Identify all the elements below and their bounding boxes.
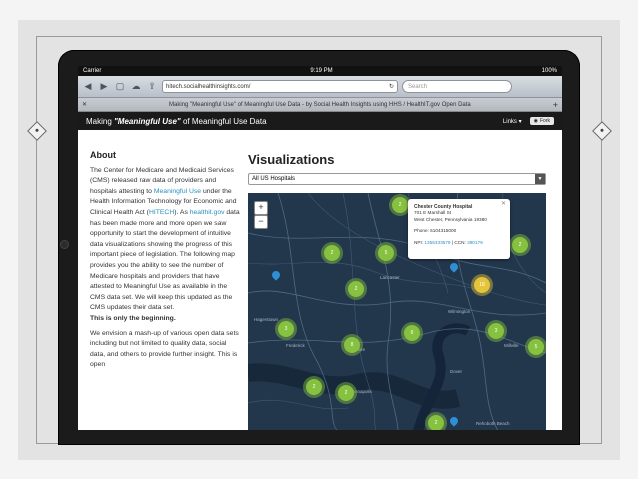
page-content: About The Center for Medicare and Medica… [78,130,562,430]
about-text-4: data has been made more and more open we… [90,208,240,312]
map-cluster[interactable]: 2 [428,415,444,430]
back-icon[interactable]: ◀ [82,81,94,93]
dataset-select[interactable]: All US Hospitals ▼ [248,173,546,185]
close-tab-icon[interactable]: ✕ [82,101,87,108]
github-icon: ◉ [533,118,538,124]
hitech-link[interactable]: HITECH [149,209,174,216]
about-text-3: ). As [174,208,190,216]
about-tagline: This is only the beginning. [90,314,176,322]
popup-npi-link[interactable]: 1356333579 [424,240,450,245]
bookmarks-icon[interactable]: ▢ [114,81,126,93]
forward-icon[interactable]: ▶ [98,81,110,93]
search-input[interactable]: Search [402,80,512,93]
map-cluster[interactable]: 3 [278,321,294,337]
share-icon[interactable]: ⇪ [146,81,158,93]
popup-close-icon[interactable]: ✕ [501,201,506,207]
caret-down-icon: ▾ [518,118,522,125]
map-cluster[interactable]: 6 [404,325,420,341]
tab-title[interactable]: Making "Meaningful Use" of Meaningful Us… [169,102,471,108]
links-menu[interactable]: Links ▾ [503,118,522,125]
healthit-link[interactable]: healthit.gov [190,209,225,216]
clock: 9:19 PM [310,68,333,74]
map-cluster[interactable]: 5 [528,339,544,355]
frame-line-right-top [601,36,602,126]
map-label-frederick: Frederick [286,343,305,348]
map-cluster[interactable]: 2 [392,197,408,213]
map-label-hagerstown: Hagerstown [254,317,279,322]
frame-line-left-bottom [36,135,37,443]
map-label-annapolis: Annapolis [352,389,372,394]
visualizations-section: Visualizations All US Hospitals ▼ + − La… [248,152,548,430]
new-tab-icon[interactable]: + [553,100,558,110]
status-bar: Carrier 9:19 PM 100% [78,66,562,76]
visualizations-heading: Visualizations [248,152,335,167]
cloud-icon[interactable]: ☁ [130,81,142,93]
map-label-dover: Dover [450,369,463,374]
popup-ccn-label: | CCN: [450,239,468,245]
site-title-prefix: Making [86,116,115,126]
map-cluster-large[interactable]: 18 [474,277,490,293]
hospital-popup: ✕ Chester County Hospital 701 E Marshall… [408,199,510,259]
map-label-rehoboth: Rehoboth Beach [476,421,510,426]
reload-icon[interactable]: ↻ [389,83,394,90]
fork-button[interactable]: ◉ Fork [529,117,554,125]
map-cluster[interactable]: 8 [344,337,360,353]
about-section: About The Center for Medicare and Medica… [90,150,240,375]
battery-label: 100% [541,68,557,74]
popup-ids: NPI: 1356333579 | CCN: 390179 [414,240,504,246]
zoom-in-button[interactable]: + [254,201,268,215]
frame-line-left-top [36,36,37,126]
map-cluster[interactable]: 3 [488,323,504,339]
links-label: Links [502,118,517,125]
ipad-camera-icon [60,240,69,249]
map-label-lancaster: Lancaster [380,275,400,280]
fork-label: Fork [540,118,550,124]
site-title-em: "Meaningful Use" [114,116,181,126]
popup-npi-label: NPI: [414,239,425,245]
ipad-screen: Carrier 9:19 PM 100% ◀ ▶ ▢ ☁ ⇪ hitech.so… [78,66,562,430]
site-navbar: Making "Meaningful Use" of Meaningful Us… [78,112,562,130]
frame-line-right-bottom [601,135,602,443]
about-paragraph-2: We envision a mash-up of various open da… [90,329,239,369]
select-caret-icon: ▼ [535,174,545,184]
meaningful-use-link[interactable]: Meaningful Use [154,188,201,195]
map-label-millville: Millville [504,343,519,348]
hospital-map[interactable]: + − Lancaster Hagerstown Frederick Balti… [248,193,546,430]
frame-line-top [36,36,602,37]
map-cluster[interactable]: 2 [324,245,340,261]
map-cluster[interactable]: 5 [378,245,394,261]
map-label-wilmington: Wilmington [448,309,471,314]
map-cluster[interactable]: 2 [306,379,322,395]
url-text: hitech.socialhealthinsights.com/ [166,83,251,90]
popup-ccn-link[interactable]: 390179 [467,240,483,245]
carrier-label: Carrier [83,68,102,74]
site-title-suffix: of Meaningful Use Data [180,116,267,126]
dataset-select-value: All US Hospitals [252,176,296,182]
map-cluster[interactable]: 2 [338,385,354,401]
site-title[interactable]: Making "Meaningful Use" of Meaningful Us… [86,117,267,126]
zoom-out-button[interactable]: − [254,215,268,229]
map-cluster[interactable]: 2 [348,281,364,297]
map-cluster[interactable]: 2 [512,237,528,253]
browser-toolbar: ◀ ▶ ▢ ☁ ⇪ hitech.socialhealthinsights.co… [78,76,562,98]
about-heading: About [90,150,116,160]
tab-bar: ✕ Making "Meaningful Use" of Meaningful … [78,98,562,112]
url-bar[interactable]: hitech.socialhealthinsights.com/ ↻ [162,80,398,93]
about-paragraph: The Center for Medicare and Medicaid Ser… [90,166,240,325]
